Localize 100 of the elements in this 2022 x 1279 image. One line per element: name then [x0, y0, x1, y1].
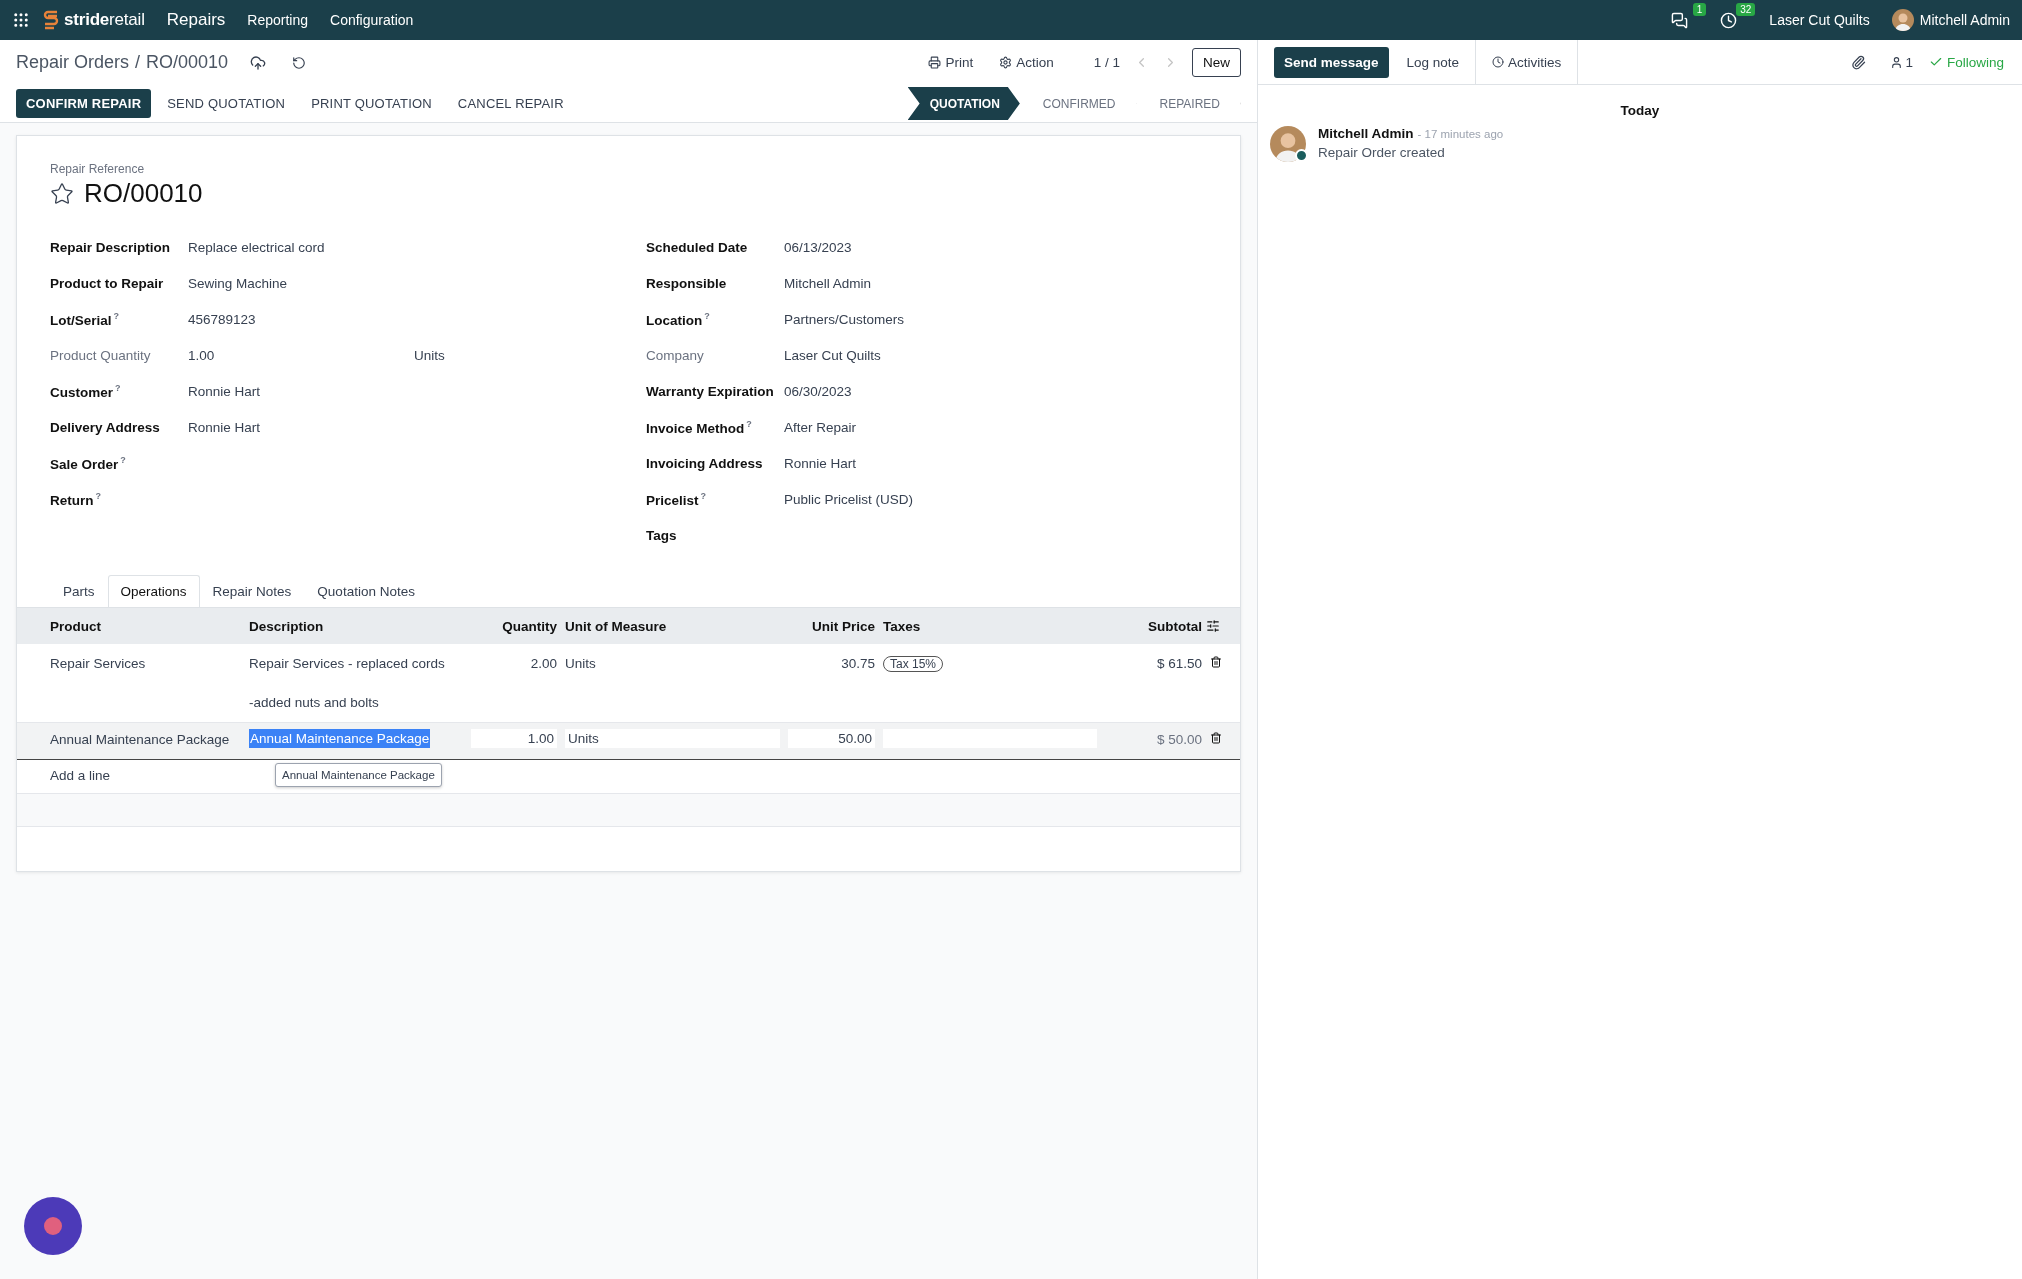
table-cell-text: $ 50.00	[1155, 731, 1203, 749]
column-header[interactable]: Description	[245, 618, 467, 634]
clock-icon[interactable]	[1720, 11, 1738, 29]
field-value[interactable]: Ronnie Hart	[188, 419, 646, 435]
notebook-tab[interactable]: Operations	[107, 575, 200, 607]
add-line-link[interactable]: Add a line	[50, 768, 111, 783]
brand-name[interactable]: strideretail	[64, 10, 145, 30]
print-button[interactable]: Print	[922, 55, 980, 70]
action-button[interactable]: SEND QUOTATION	[157, 89, 296, 118]
tooltip: Annual Maintenance Package	[275, 763, 442, 787]
nav-menu-item[interactable]: Reporting	[247, 12, 309, 28]
breadcrumb-current: RO/00010	[146, 52, 229, 73]
field-label: Customer$^{?}$	[50, 382, 122, 400]
field-label: Pricelist$^{?}$	[646, 490, 708, 508]
star-icon[interactable]	[50, 181, 74, 206]
user-menu[interactable]: Mitchell Admin	[1919, 12, 2010, 28]
field-value[interactable]: Public Pricelist (USD)	[784, 491, 1207, 507]
unit-input[interactable]: Units	[565, 729, 780, 748]
field-label: Delivery Address	[50, 419, 161, 435]
field-label: Return$^{?}$	[50, 490, 102, 508]
app-name[interactable]: Repairs	[166, 10, 226, 30]
field-value[interactable]: Ronnie Hart	[188, 383, 646, 399]
logo-icon	[42, 9, 60, 31]
quantity-input[interactable]: 1.00	[471, 729, 557, 748]
nav-menu-item[interactable]: Configuration	[330, 12, 414, 28]
apps-menu-icon[interactable]	[12, 11, 30, 29]
field-label: Scheduled Date	[646, 239, 749, 255]
column-header[interactable]: Unit Price	[784, 618, 879, 634]
field-label: Product Quantity	[50, 347, 152, 363]
field-label: Company	[646, 347, 705, 363]
unit-value[interactable]: Units	[414, 347, 646, 363]
new-button[interactable]: New	[1192, 48, 1241, 77]
message-author[interactable]: Mitchell Admin	[1318, 126, 1414, 141]
field-label: Sale Order$^{?}$	[50, 454, 127, 472]
dot-icon	[43, 1216, 63, 1236]
column-header[interactable]: Product	[17, 618, 245, 634]
column-header[interactable]: Subtotal	[1101, 618, 1206, 634]
count-badge: 32	[1736, 2, 1756, 16]
action-button[interactable]: Action	[993, 55, 1060, 70]
table-cell-text: 30.75	[840, 655, 876, 673]
breadcrumb-separator: /	[135, 52, 141, 73]
breadcrumb-link[interactable]: Repair Orders	[16, 52, 130, 73]
user-icon	[1890, 55, 1904, 69]
action-button[interactable]: PRINT QUOTATION	[301, 89, 442, 118]
field-label: Location$^{?}$	[646, 310, 711, 328]
column-header[interactable]: Unit of Measure	[561, 618, 784, 634]
trash-icon[interactable]	[1210, 732, 1222, 744]
column-header[interactable]: Quantity	[467, 618, 561, 634]
paperclip-icon[interactable]	[1851, 54, 1867, 70]
message-time: - 17 minutes ago	[1417, 128, 1504, 140]
column-header[interactable]: Taxes	[879, 618, 1101, 634]
field-label: Repair Reference	[50, 162, 146, 176]
field-label: Product to Repair	[50, 275, 165, 291]
column-settings-icon[interactable]	[1206, 619, 1220, 633]
field-value[interactable]: After Repair	[784, 419, 1207, 435]
field-value[interactable]: 456789123	[188, 311, 646, 327]
save-icon[interactable]	[250, 54, 267, 71]
count-badge: 1	[1692, 2, 1707, 16]
company-switcher[interactable]: Laser Cut Quilts	[1769, 12, 1870, 28]
table-cell-text: $ 61.50	[1155, 655, 1203, 673]
table-cell-text: Units	[564, 655, 597, 673]
avatar-icon	[1891, 9, 1914, 31]
status-stage[interactable]: QUOTATION	[907, 87, 1020, 120]
check-icon	[1928, 55, 1943, 69]
table-cell[interactable]: Annual Maintenance Package	[17, 723, 245, 756]
field-value[interactable]: Ronnie Hart	[784, 455, 1207, 471]
field-value[interactable]: 1.00	[188, 347, 414, 363]
table-cell-text: Repair Services - replaced cords	[249, 655, 446, 672]
messages-icon[interactable]	[1671, 11, 1689, 29]
field-label: Lot/Serial$^{?}$	[50, 310, 120, 328]
field-value[interactable]: 06/30/2023	[784, 383, 1207, 399]
field-label: Invoice Method$^{?}$	[646, 418, 753, 436]
table-cell-text: 2.00	[529, 655, 558, 673]
field-value[interactable]: Laser Cut Quilts	[784, 347, 1207, 363]
table-cell-text: Repair Services	[49, 655, 147, 673]
date-separator: Today	[1620, 103, 1660, 118]
gear-icon	[999, 56, 1013, 69]
field-value[interactable]: Mitchell Admin	[784, 275, 1207, 291]
avatar-icon	[1270, 126, 1306, 162]
field-label: Tags	[646, 527, 678, 543]
message-body: Repair Order created	[1318, 145, 1446, 160]
printer-icon	[928, 56, 942, 69]
field-value[interactable]: 06/13/2023	[784, 239, 1207, 255]
action-button[interactable]: CONFIRM REPAIR	[16, 89, 152, 118]
field-label: Responsible	[646, 275, 728, 291]
price-input[interactable]: 50.00	[788, 729, 875, 748]
field-value[interactable]: Sewing Machine	[188, 275, 646, 291]
record-title: RO/00010	[84, 178, 203, 209]
field-label: Warranty Expiration	[646, 383, 775, 399]
send-message-button[interactable]: Send message	[1274, 46, 1389, 78]
field-value[interactable]: Replace electrical cord	[188, 239, 646, 255]
pager-value[interactable]: 1 / 1	[1093, 55, 1120, 70]
field-value[interactable]: Partners/Customers	[784, 311, 1207, 327]
followers-button[interactable]: 1	[1880, 54, 1923, 70]
clock-icon	[1492, 56, 1505, 68]
trash-icon[interactable]	[1210, 656, 1222, 668]
description-input[interactable]: Annual Maintenance Package	[249, 729, 431, 748]
discard-icon[interactable]	[292, 55, 307, 70]
field-label: Repair Description	[50, 239, 172, 255]
action-button[interactable]: CANCEL REPAIR	[447, 89, 574, 118]
